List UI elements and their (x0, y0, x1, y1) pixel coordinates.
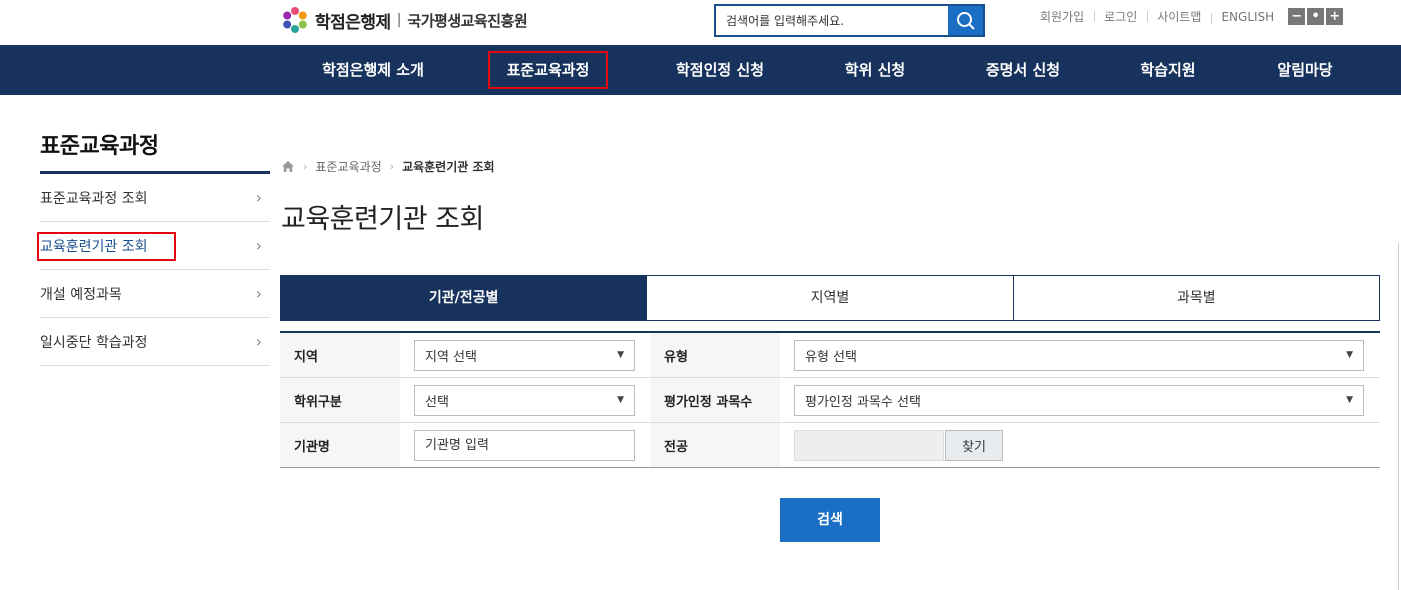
region-select[interactable]: 지역 선택 ▼ (414, 339, 635, 371)
type-select-value: 유형 선택 (805, 349, 857, 365)
region-cell: 지역 선택 ▼ (400, 333, 650, 377)
institution-name-cell (400, 423, 650, 467)
form-row: 학위구분 선택 ▼ 평가인정 과목수 평가인정 과목수 선택 ▼ (280, 378, 1380, 423)
sidebar-title: 표준교육과정 (40, 134, 159, 159)
breadcrumb-current: 교육훈련기관 조회 (402, 160, 495, 174)
english-link[interactable]: ENGLISH (1211, 10, 1284, 24)
search-box (714, 4, 985, 37)
utility-links: 회원가입 로그인 사이트맵 ENGLISH − • + (1030, 8, 1344, 25)
caret-down-icon: ▼ (1346, 395, 1353, 405)
degree-cell: 선택 ▼ (400, 378, 650, 422)
search-input[interactable] (716, 6, 948, 35)
degree-label: 학위구분 (280, 378, 400, 422)
type-cell: 유형 선택 ▼ (780, 333, 1380, 377)
breadcrumb: › 표준교육과정 › 교육훈련기관 조회 (281, 158, 495, 175)
form-row: 지역 지역 선택 ▼ 유형 유형 선택 ▼ (280, 333, 1380, 378)
zoom-in-button[interactable]: + (1326, 8, 1344, 25)
chevron-right-icon: › (255, 284, 262, 303)
subject-count-cell: 평가인정 과목수 선택 ▼ (780, 378, 1380, 422)
logo-separator: | (396, 12, 402, 28)
highlight-box (37, 232, 176, 261)
page-title: 교육훈련기관 조회 (281, 204, 484, 235)
nav-item-degree-apply[interactable]: 학위 신청 (825, 45, 925, 95)
sidebar-item-suspended-courses[interactable]: 일시중단 학습과정 › (40, 318, 270, 366)
search-icon (956, 11, 975, 30)
caret-down-icon: ▼ (1346, 350, 1353, 360)
zoom-reset-button[interactable]: • (1307, 8, 1325, 25)
tab-subject[interactable]: 과목별 (1013, 275, 1380, 321)
nav-item-notice[interactable]: 알림마당 (1255, 45, 1355, 95)
sidebar-item-label: 표준교육과정 조회 (40, 190, 148, 207)
nav-item-intro[interactable]: 학점은행제 소개 (308, 45, 438, 95)
tab-institution-major[interactable]: 기관/전공별 (280, 275, 648, 321)
home-icon[interactable] (281, 160, 295, 173)
chevron-right-icon: › (389, 160, 395, 173)
chevron-right-icon: › (255, 188, 262, 207)
subject-count-select-value: 평가인정 과목수 선택 (805, 394, 921, 410)
sidebar-item-curriculum-search[interactable]: 표준교육과정 조회 › (40, 174, 270, 222)
subject-count-label: 평가인정 과목수 (650, 378, 780, 422)
signup-link[interactable]: 회원가입 (1030, 8, 1094, 25)
nav-item-credit-apply[interactable]: 학점인정 신청 (660, 45, 780, 95)
flower-logo-icon (283, 7, 307, 33)
scrollbar-track (1398, 243, 1399, 590)
sidebar-item-upcoming-courses[interactable]: 개설 예정과목 › (40, 270, 270, 318)
sitemap-link[interactable]: 사이트맵 (1147, 8, 1211, 25)
major-cell: 찾기 (780, 423, 1380, 467)
search-tabs: 기관/전공별 지역별 과목별 (280, 275, 1380, 321)
highlight-box (488, 51, 608, 89)
nav-item-label: 학습지원 (1140, 61, 1196, 79)
caret-down-icon: ▼ (617, 395, 624, 405)
search-submit-button[interactable]: 검색 (780, 498, 880, 542)
nav-item-standard-curriculum[interactable]: 표준교육과정 (488, 45, 608, 95)
region-label: 지역 (280, 333, 400, 377)
sidebar-item-label: 개설 예정과목 (40, 286, 122, 303)
search-button[interactable] (948, 6, 983, 35)
site-logo[interactable]: 학점은행제 | 국가평생교육진흥원 (281, 5, 528, 35)
zoom-out-button[interactable]: − (1288, 8, 1306, 25)
nav-item-label: 학점인정 신청 (675, 61, 765, 79)
degree-select-value: 선택 (425, 394, 449, 410)
logo-sub-text: 국가평생교육진흥원 (407, 11, 528, 30)
find-major-button[interactable]: 찾기 (945, 429, 1003, 461)
type-select[interactable]: 유형 선택 ▼ (794, 339, 1364, 371)
breadcrumb-item[interactable]: 표준교육과정 (315, 158, 381, 175)
degree-select[interactable]: 선택 ▼ (414, 384, 635, 416)
institution-name-label: 기관명 (280, 423, 400, 467)
tab-region[interactable]: 지역별 (647, 275, 1014, 321)
main-nav: 학점은행제 소개 표준교육과정 학점인정 신청 학위 신청 증명서 신청 학습지… (0, 45, 1401, 95)
major-input (794, 429, 944, 461)
type-label: 유형 (650, 333, 780, 377)
search-form: 지역 지역 선택 ▼ 유형 유형 선택 ▼ 학위구분 선택 ▼ 평가인정 과목수… (280, 331, 1380, 468)
institution-name-input[interactable] (414, 429, 635, 461)
sidebar-menu: 표준교육과정 조회 › 교육훈련기관 조회 › 개설 예정과목 › 일시중단 학… (37, 174, 270, 366)
chevron-right-icon: › (255, 236, 262, 255)
chevron-right-icon: › (255, 332, 262, 351)
region-select-value: 지역 선택 (425, 349, 477, 365)
nav-item-certificate[interactable]: 증명서 신청 (973, 45, 1073, 95)
nav-item-label: 학점은행제 소개 (322, 61, 424, 79)
caret-down-icon: ▼ (617, 350, 624, 360)
login-link[interactable]: 로그인 (1094, 8, 1147, 25)
nav-item-label: 학위 신청 (844, 61, 906, 79)
sidebar-item-label: 일시중단 학습과정 (40, 334, 148, 351)
sidebar-item-institution-search[interactable]: 교육훈련기관 조회 › (37, 222, 270, 270)
nav-item-label: 알림마당 (1277, 61, 1333, 79)
form-row: 기관명 전공 찾기 (280, 423, 1380, 468)
logo-main-text: 학점은행제 (315, 12, 391, 33)
zoom-controls: − • + (1286, 8, 1344, 25)
chevron-right-icon: › (303, 160, 308, 173)
nav-item-label: 증명서 신청 (985, 61, 1061, 79)
nav-item-learning-support[interactable]: 학습지원 (1118, 45, 1218, 95)
subject-count-select[interactable]: 평가인정 과목수 선택 ▼ (794, 384, 1364, 416)
major-label: 전공 (650, 423, 780, 467)
